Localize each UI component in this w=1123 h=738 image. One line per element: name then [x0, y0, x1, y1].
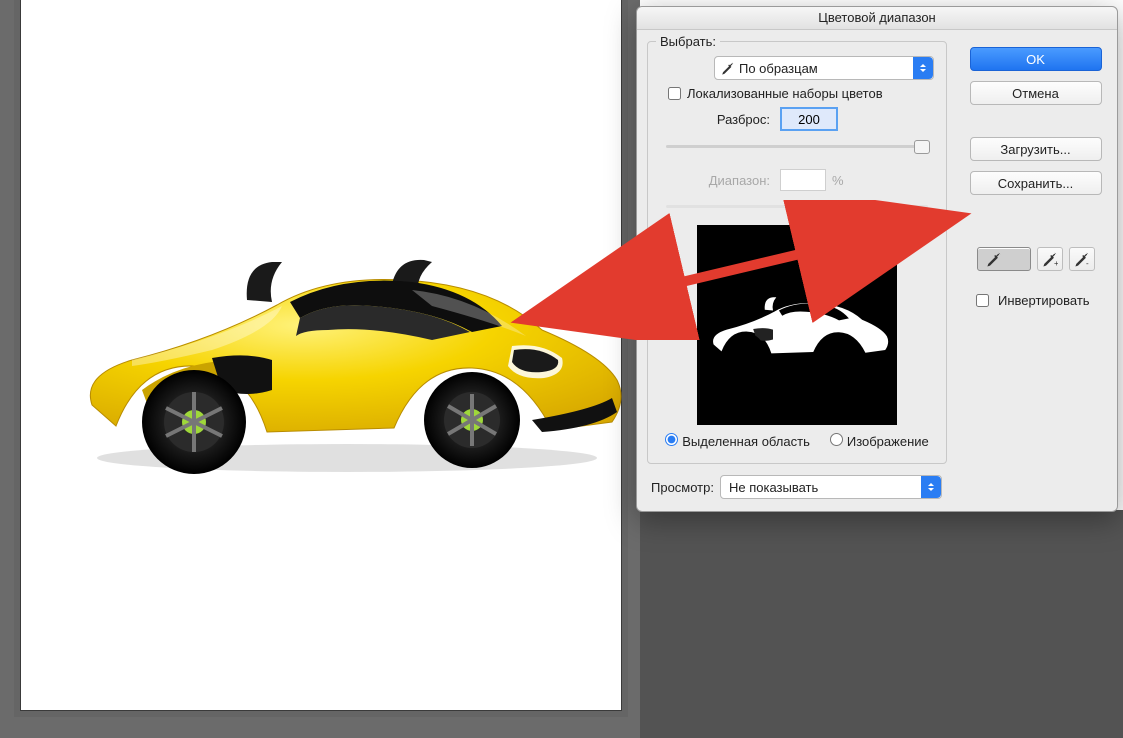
chevron-updown-icon — [913, 57, 933, 79]
svg-text:+: + — [1054, 259, 1058, 267]
range-unit: % — [832, 173, 844, 188]
invert-label: Инвертировать — [998, 293, 1090, 308]
cancel-button[interactable]: Отмена — [970, 81, 1102, 105]
range-label: Диапазон: — [660, 173, 780, 188]
fuzziness-input[interactable] — [780, 107, 838, 131]
fuzziness-label: Разброс: — [660, 112, 780, 127]
preview-label: Просмотр: — [651, 480, 714, 495]
eyedropper-icon — [721, 61, 735, 75]
range-input — [780, 169, 826, 191]
eyedropper-add-icon[interactable]: + — [1037, 247, 1063, 271]
localized-checkbox-row: Локализованные наборы цветов — [668, 86, 934, 101]
eyedropper-sample-icon[interactable] — [977, 247, 1031, 271]
slider-track — [666, 145, 928, 148]
select-label: Выбрать: — [656, 34, 720, 49]
save-button[interactable]: Сохранить... — [970, 171, 1102, 195]
radio-image[interactable] — [830, 433, 843, 446]
fuzziness-slider[interactable] — [666, 137, 928, 155]
invert-checkbox[interactable] — [976, 294, 989, 307]
range-slider — [666, 197, 928, 215]
localized-label: Локализованные наборы цветов — [687, 86, 883, 101]
dialog-title: Цветовой диапазон — [637, 7, 1117, 30]
radio-image-label[interactable]: Изображение — [830, 433, 929, 449]
radio-selection[interactable] — [665, 433, 678, 446]
eyedropper-subtract-icon[interactable]: - — [1069, 247, 1095, 271]
radio-selection-label[interactable]: Выделенная область — [665, 433, 810, 449]
canvas-car-image — [72, 240, 632, 480]
select-value: По образцам — [739, 61, 818, 76]
ok-button[interactable]: OK — [970, 47, 1102, 71]
preview-value: Не показывать — [729, 480, 818, 495]
svg-text:-: - — [1086, 259, 1089, 267]
select-dropdown[interactable]: По образцам — [714, 56, 934, 80]
eyedropper-tools: + - — [977, 247, 1095, 271]
chevron-updown-icon — [921, 476, 941, 498]
app-background-right — [640, 510, 1123, 738]
preview-dropdown[interactable]: Не показывать — [720, 475, 942, 499]
select-fieldset: Выбрать: По образцам Локализованные набо… — [647, 41, 947, 464]
color-range-dialog: Цветовой диапазон Выбрать: По образцам Л… — [636, 6, 1118, 512]
load-button[interactable]: Загрузить... — [970, 137, 1102, 161]
slider-thumb[interactable] — [914, 140, 930, 154]
localized-checkbox[interactable] — [668, 87, 681, 100]
selection-preview[interactable] — [697, 225, 897, 425]
